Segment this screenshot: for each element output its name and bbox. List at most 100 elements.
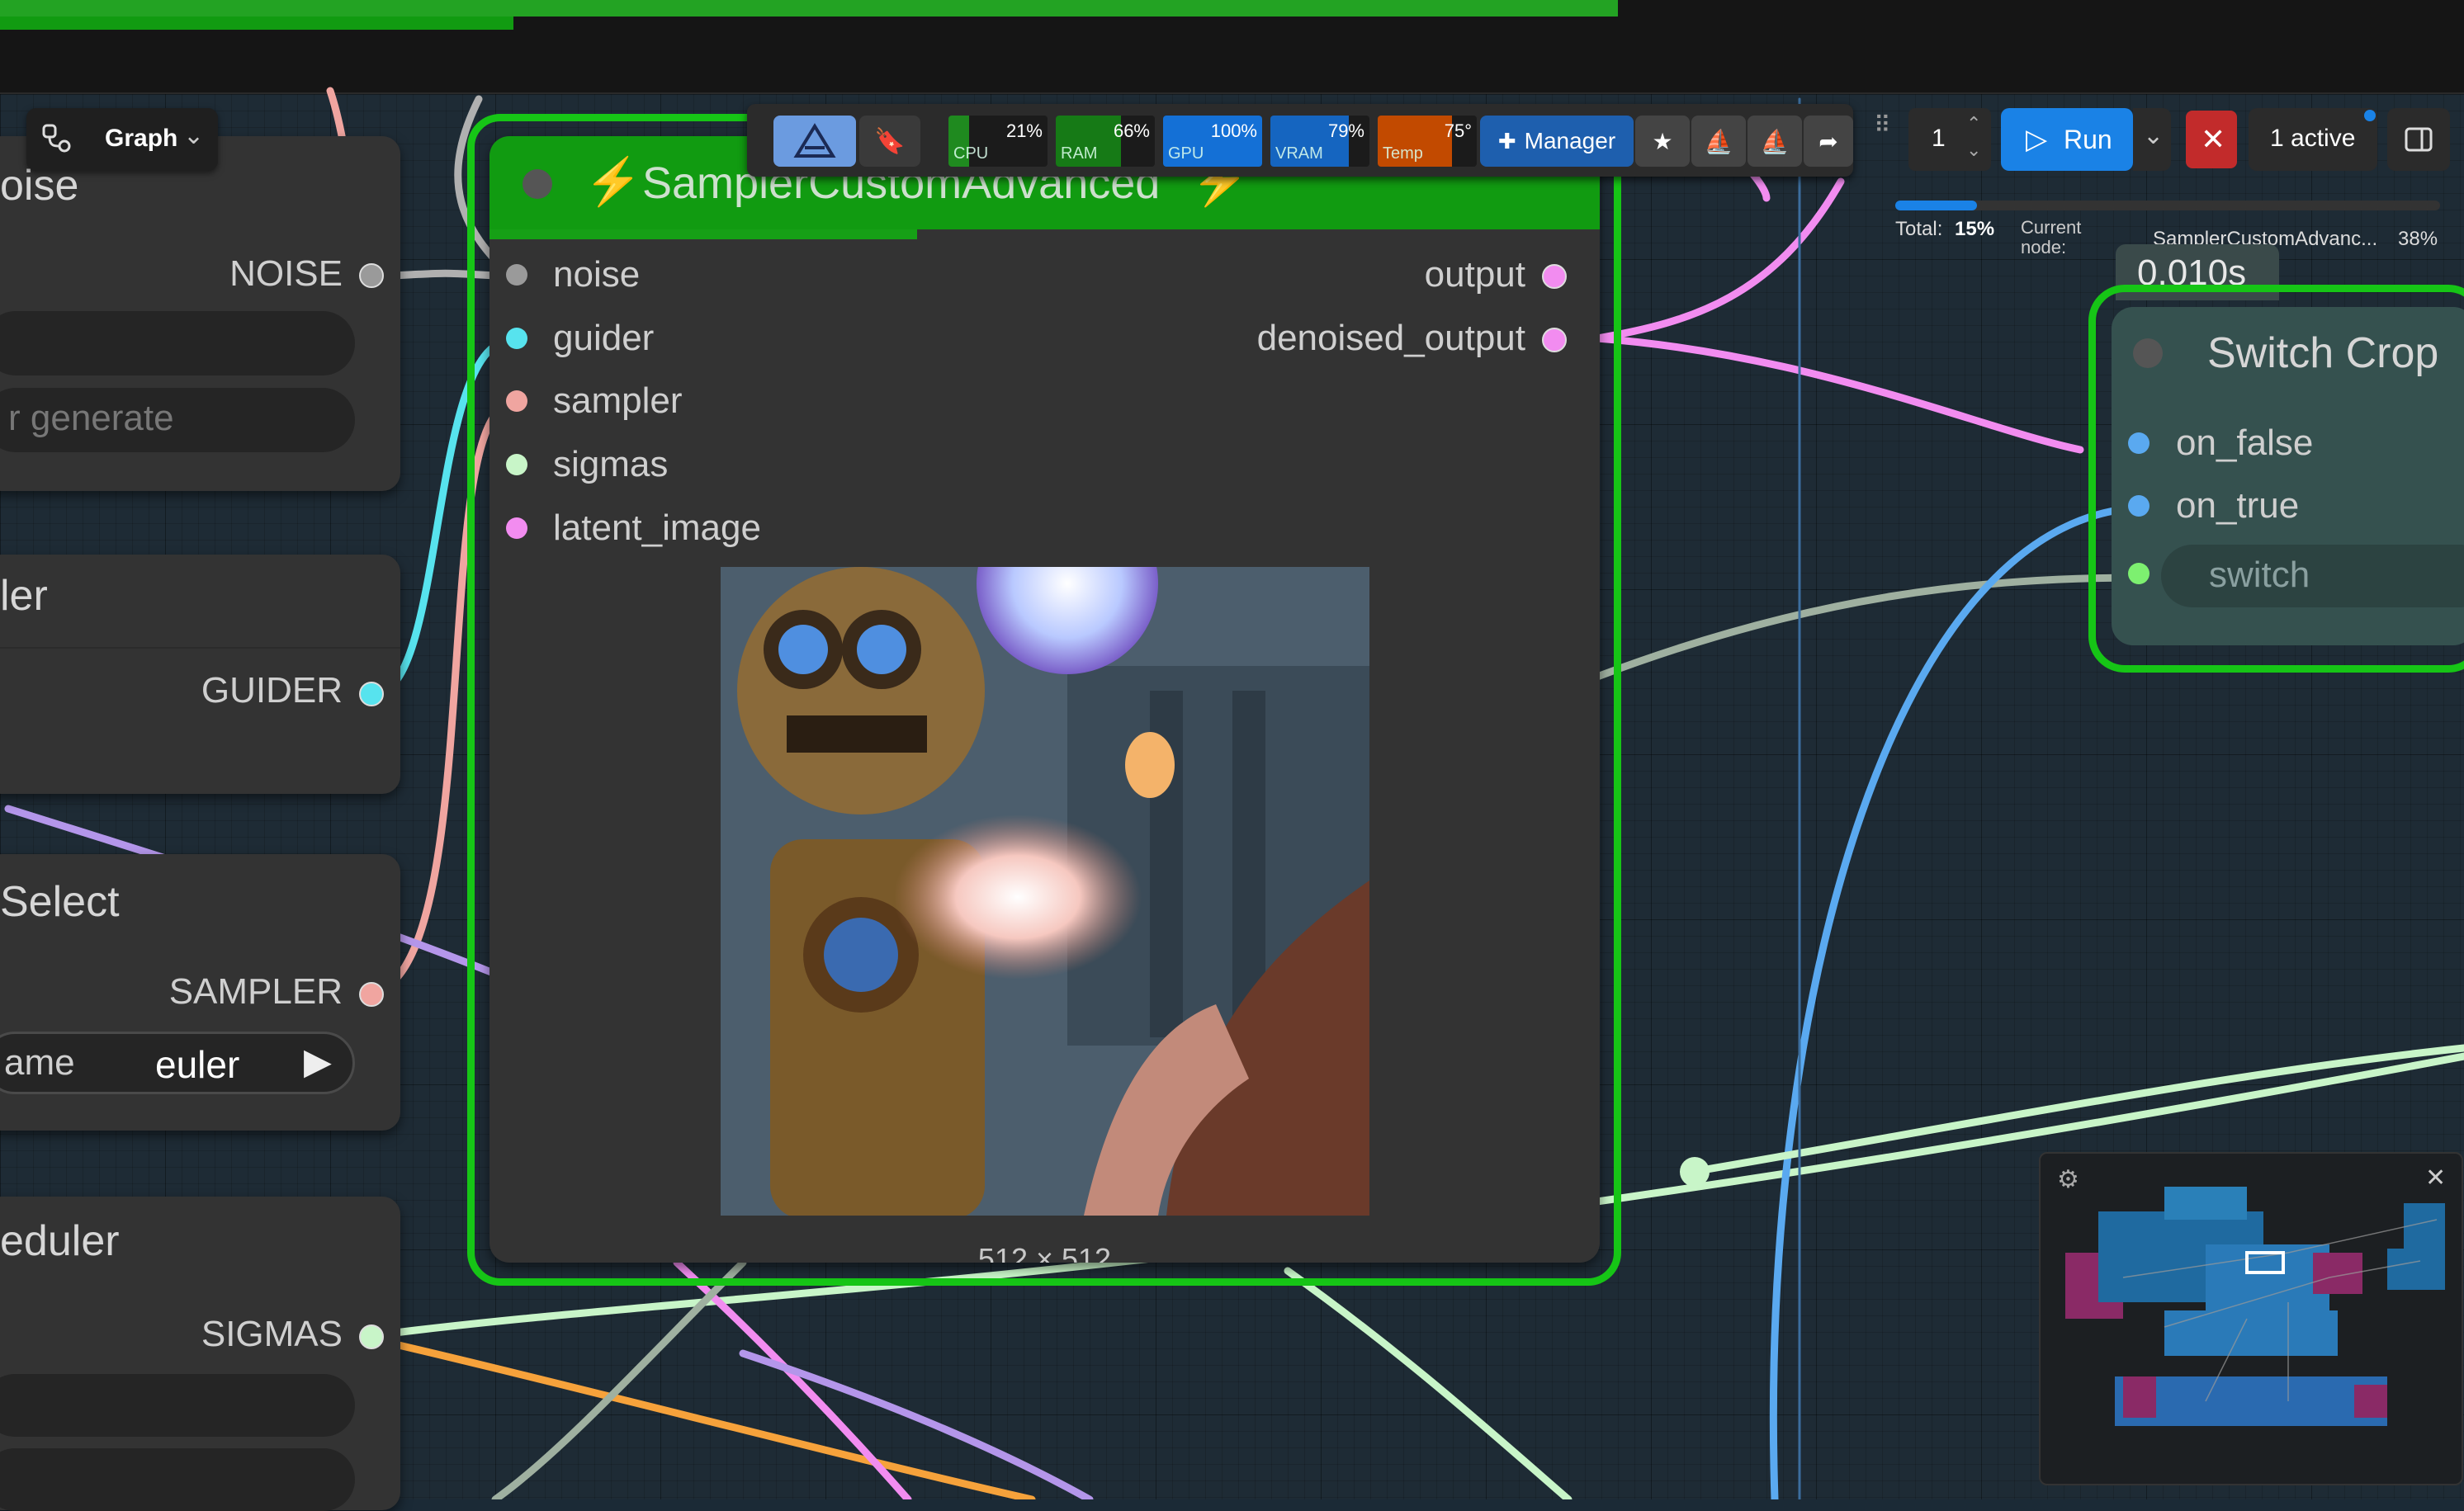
- stat-name: VRAM: [1275, 144, 1323, 163]
- stat-vram: 79% VRAM: [1270, 116, 1369, 167]
- scheduler-node-title: eduler: [0, 1217, 120, 1265]
- divider: [0, 647, 400, 649]
- sampler-input-label: sampler: [553, 380, 683, 421]
- sail-icon: ⛵: [1704, 128, 1733, 154]
- noise-seed-widget[interactable]: [0, 311, 355, 375]
- scheduler-node[interactable]: eduler SIGMAS: [0, 1197, 400, 1511]
- sampler-name-widget[interactable]: ame euler ▶: [0, 1032, 355, 1094]
- sampler-name-value: euler: [155, 1043, 240, 1086]
- stat-value: 75°: [1444, 120, 1472, 141]
- switch-node-title: Switch Crop: [2207, 329, 2439, 377]
- share-button[interactable]: ➦: [1804, 116, 1853, 167]
- graph-menu-button[interactable]: Graph ⌄: [26, 108, 218, 171]
- graph-menu-label: Graph: [105, 125, 178, 152]
- graph-icon: [42, 124, 71, 153]
- minimap[interactable]: ⚙ ✕: [2039, 1152, 2463, 1485]
- cancel-button[interactable]: ✕: [2186, 111, 2237, 168]
- guider-input-socket[interactable]: [506, 328, 527, 349]
- control-after-generate-label: r generate: [8, 398, 174, 438]
- sigmas-input-label: sigmas: [553, 444, 669, 484]
- wire-denoised: [1593, 334, 2084, 454]
- star-button[interactable]: ★: [1635, 116, 1690, 167]
- switch-socket[interactable]: [2128, 563, 2149, 584]
- image-size-label: 512 × 512: [977, 1242, 1112, 1263]
- stat-gpu: 100% GPU: [1163, 116, 1262, 167]
- guider-node[interactable]: ler GUIDER: [0, 555, 400, 794]
- run-button[interactable]: ▷ Run: [2001, 108, 2133, 171]
- minimap-graph-overview: [2065, 1187, 2445, 1426]
- stat-value: 79%: [1327, 120, 1364, 141]
- sampler-select-node[interactable]: Select SAMPLER ame euler ▶: [0, 854, 400, 1131]
- stat-name: RAM: [1061, 144, 1098, 163]
- increment-icon[interactable]: ⌃: [1966, 113, 1981, 135]
- collapse-toggle-icon[interactable]: [523, 169, 552, 199]
- queue-count-input[interactable]: 1 ⌃ ⌄: [1908, 108, 1991, 171]
- model-button[interactable]: ⛵: [1691, 116, 1746, 167]
- comfy-logo-button[interactable]: [773, 116, 856, 167]
- total-value: 15%: [1955, 218, 1995, 240]
- total-progress-track: [1895, 201, 2440, 210]
- guider-input-label: guider: [553, 318, 655, 358]
- stat-value: 100%: [1210, 120, 1257, 141]
- sampler-node-title: Select: [0, 878, 120, 926]
- total-progress-fill: [1895, 201, 1977, 210]
- total-label: Total:: [1895, 218, 1943, 240]
- sigmas-output-socket[interactable]: [359, 1324, 384, 1349]
- stat-name: Temp: [1383, 144, 1423, 163]
- run-options-button[interactable]: ⌄: [2133, 108, 2171, 171]
- guider-node-title: ler: [0, 572, 48, 620]
- scheduler-widget-2[interactable]: [0, 1448, 355, 1511]
- latent-input-label: latent_image: [553, 508, 761, 548]
- on-true-socket[interactable]: [2128, 495, 2149, 517]
- preview-image[interactable]: [721, 567, 1369, 1216]
- guider-output-socket[interactable]: [359, 682, 384, 706]
- manager-button[interactable]: ✚ Manager: [1480, 116, 1634, 167]
- output-socket[interactable]: [1542, 264, 1567, 289]
- manager-label: Manager: [1524, 128, 1616, 153]
- sampler-custom-advanced-node[interactable]: ⚡ SamplerCustomAdvanced ⚡ noise guider s…: [489, 136, 1600, 1263]
- collapse-toggle-icon[interactable]: [2133, 338, 2163, 368]
- sampler-output-socket[interactable]: [359, 982, 384, 1007]
- play-icon: ▷: [2026, 124, 2048, 155]
- drag-handle-icon[interactable]: ⠿: [1874, 111, 1899, 169]
- model-button-2[interactable]: ⛵: [1748, 116, 1802, 167]
- share-icon: ➦: [1818, 128, 1838, 154]
- sampler-output-label: SAMPLER: [168, 971, 343, 1012]
- noise-input-socket[interactable]: [506, 264, 527, 286]
- stat-ram: 66% RAM: [1056, 116, 1155, 167]
- latent-input-socket[interactable]: [506, 517, 527, 539]
- reroute-dot: [1680, 1157, 1710, 1187]
- sampler-input-socket[interactable]: [506, 390, 527, 412]
- chevron-down-icon: ⌄: [2143, 122, 2164, 149]
- sigmas-output-label: SIGMAS: [201, 1314, 343, 1354]
- notification-dot: [2364, 110, 2376, 121]
- star-icon: ★: [1652, 128, 1673, 154]
- increment-arrow-icon[interactable]: ▶: [304, 1041, 332, 1083]
- stat-name: GPU: [1168, 144, 1204, 163]
- denoised-output-socket[interactable]: [1542, 328, 1567, 352]
- noise-node[interactable]: oise NOISE r generate: [0, 136, 400, 491]
- noise-output-socket[interactable]: [359, 263, 384, 288]
- on-false-label: on_false: [2176, 423, 2314, 463]
- wire-green-low: [1284, 1267, 1573, 1499]
- noise-control-widget[interactable]: r generate: [0, 388, 355, 452]
- stat-value: 66%: [1113, 120, 1150, 141]
- robot-preview-picture: [721, 567, 1369, 1216]
- switch-widget[interactable]: switch: [2161, 545, 2464, 607]
- sampler-name-label: ame: [4, 1042, 75, 1083]
- active-queue-button[interactable]: 1 active: [2249, 108, 2377, 171]
- wire-orange: [359, 1333, 1036, 1499]
- current-node-value: 38%: [2398, 228, 2438, 250]
- on-false-socket[interactable]: [2128, 432, 2149, 454]
- lightning-icon: ⚡: [584, 155, 642, 207]
- bookmark-button[interactable]: 🔖: [859, 116, 920, 167]
- switch-crop-node[interactable]: Switch Crop on_false on_true switch: [2112, 307, 2464, 645]
- scheduler-widget[interactable]: [0, 1374, 355, 1437]
- stat-value: 21%: [1005, 120, 1043, 141]
- sigmas-input-socket[interactable]: [506, 454, 527, 475]
- toggle-panel-button[interactable]: [2387, 108, 2450, 171]
- decrement-icon[interactable]: ⌄: [1966, 139, 1981, 161]
- guider-output-label: GUIDER: [201, 670, 343, 711]
- puzzle-icon: ✚: [1497, 128, 1516, 153]
- output-label: output: [1424, 254, 1525, 295]
